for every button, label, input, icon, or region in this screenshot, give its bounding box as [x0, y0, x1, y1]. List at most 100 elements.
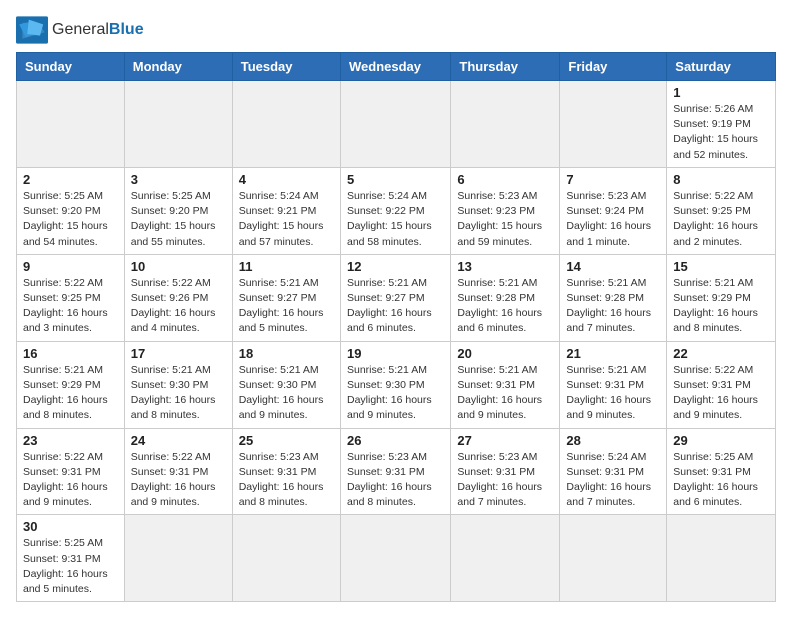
- calendar-day-cell: 21 Sunrise: 5:21 AM Sunset: 9:31 PM Dayli…: [560, 341, 667, 428]
- calendar-week-row: 30 Sunrise: 5:25 AM Sunset: 9:31 PM Dayli…: [17, 515, 776, 602]
- day-number: 12: [347, 259, 444, 274]
- calendar-week-row: 2 Sunrise: 5:25 AM Sunset: 9:20 PM Daylig…: [17, 167, 776, 254]
- day-info: Sunrise: 5:25 AM Sunset: 9:20 PM Dayligh…: [131, 189, 226, 250]
- day-number: 6: [457, 172, 553, 187]
- calendar-day-cell: [451, 81, 560, 168]
- day-info: Sunrise: 5:22 AM Sunset: 9:25 PM Dayligh…: [673, 189, 769, 250]
- day-number: 26: [347, 433, 444, 448]
- calendar-day-cell: 3 Sunrise: 5:25 AM Sunset: 9:20 PM Daylig…: [124, 167, 232, 254]
- calendar-day-cell: [124, 81, 232, 168]
- day-info: Sunrise: 5:21 AM Sunset: 9:30 PM Dayligh…: [347, 363, 444, 424]
- calendar-day-cell: 28 Sunrise: 5:24 AM Sunset: 9:31 PM Dayli…: [560, 428, 667, 515]
- day-info: Sunrise: 5:23 AM Sunset: 9:31 PM Dayligh…: [239, 450, 334, 511]
- day-number: 7: [566, 172, 660, 187]
- calendar-day-cell: 4 Sunrise: 5:24 AM Sunset: 9:21 PM Daylig…: [232, 167, 340, 254]
- calendar-day-cell: 17Sunrise: 5:21 AM Sunset: 9:30 PM Dayli…: [124, 341, 232, 428]
- day-number: 16: [23, 346, 118, 361]
- calendar-day-cell: 9Sunrise: 5:22 AM Sunset: 9:25 PM Daylig…: [17, 254, 125, 341]
- day-number: 4: [239, 172, 334, 187]
- day-number: 25: [239, 433, 334, 448]
- day-info: Sunrise: 5:23 AM Sunset: 9:31 PM Dayligh…: [347, 450, 444, 511]
- day-info: Sunrise: 5:24 AM Sunset: 9:21 PM Dayligh…: [239, 189, 334, 250]
- day-info: Sunrise: 5:25 AM Sunset: 9:20 PM Dayligh…: [23, 189, 118, 250]
- calendar-day-cell: 7Sunrise: 5:23 AM Sunset: 9:24 PM Daylig…: [560, 167, 667, 254]
- day-info: Sunrise: 5:22 AM Sunset: 9:31 PM Dayligh…: [23, 450, 118, 511]
- day-info: Sunrise: 5:21 AM Sunset: 9:30 PM Dayligh…: [239, 363, 334, 424]
- day-number: 21: [566, 346, 660, 361]
- generalblue-logo-icon: [16, 16, 48, 44]
- calendar-day-cell: [232, 81, 340, 168]
- calendar-day-cell: 20 Sunrise: 5:21 AM Sunset: 9:31 PM Dayli…: [451, 341, 560, 428]
- day-info: Sunrise: 5:25 AM Sunset: 9:31 PM Dayligh…: [673, 450, 769, 511]
- calendar-day-cell: [340, 515, 450, 602]
- day-number: 30: [23, 519, 118, 534]
- calendar-day-cell: 22 Sunrise: 5:22 AM Sunset: 9:31 PM Dayli…: [667, 341, 776, 428]
- calendar-day-cell: 29 Sunrise: 5:25 AM Sunset: 9:31 PM Dayli…: [667, 428, 776, 515]
- calendar-day-cell: 19Sunrise: 5:21 AM Sunset: 9:30 PM Dayli…: [340, 341, 450, 428]
- day-number: 22: [673, 346, 769, 361]
- day-number: 14: [566, 259, 660, 274]
- day-number: 11: [239, 259, 334, 274]
- calendar-day-cell: [667, 515, 776, 602]
- calendar-day-cell: 18Sunrise: 5:21 AM Sunset: 9:30 PM Dayli…: [232, 341, 340, 428]
- day-info: Sunrise: 5:21 AM Sunset: 9:31 PM Dayligh…: [457, 363, 553, 424]
- day-info: Sunrise: 5:21 AM Sunset: 9:28 PM Dayligh…: [457, 276, 553, 337]
- logo: GeneralBlue: [16, 16, 144, 44]
- day-info: Sunrise: 5:22 AM Sunset: 9:25 PM Dayligh…: [23, 276, 118, 337]
- calendar-day-cell: 25 Sunrise: 5:23 AM Sunset: 9:31 PM Dayli…: [232, 428, 340, 515]
- calendar-day-cell: 23 Sunrise: 5:22 AM Sunset: 9:31 PM Dayli…: [17, 428, 125, 515]
- day-number: 29: [673, 433, 769, 448]
- day-info: Sunrise: 5:24 AM Sunset: 9:31 PM Dayligh…: [566, 450, 660, 511]
- calendar-day-cell: 12Sunrise: 5:21 AM Sunset: 9:27 PM Dayli…: [340, 254, 450, 341]
- calendar-day-cell: [560, 515, 667, 602]
- day-number: 20: [457, 346, 553, 361]
- calendar-week-row: 23 Sunrise: 5:22 AM Sunset: 9:31 PM Dayli…: [17, 428, 776, 515]
- calendar-day-cell: [17, 81, 125, 168]
- calendar-day-cell: 14 Sunrise: 5:21 AM Sunset: 9:28 PM Dayli…: [560, 254, 667, 341]
- calendar-day-cell: [124, 515, 232, 602]
- calendar-day-cell: 30 Sunrise: 5:25 AM Sunset: 9:31 PM Dayli…: [17, 515, 125, 602]
- calendar: SundayMondayTuesdayWednesdayThursdayFrid…: [16, 52, 776, 602]
- day-info: Sunrise: 5:22 AM Sunset: 9:31 PM Dayligh…: [673, 363, 769, 424]
- day-number: 28: [566, 433, 660, 448]
- weekday-header-row: SundayMondayTuesdayWednesdayThursdayFrid…: [17, 53, 776, 81]
- calendar-day-cell: 13 Sunrise: 5:21 AM Sunset: 9:28 PM Dayli…: [451, 254, 560, 341]
- weekday-header-thursday: Thursday: [451, 53, 560, 81]
- calendar-week-row: 16 Sunrise: 5:21 AM Sunset: 9:29 PM Dayli…: [17, 341, 776, 428]
- day-number: 3: [131, 172, 226, 187]
- day-info: Sunrise: 5:25 AM Sunset: 9:31 PM Dayligh…: [23, 536, 118, 597]
- calendar-day-cell: [232, 515, 340, 602]
- day-number: 8: [673, 172, 769, 187]
- day-number: 1: [673, 85, 769, 100]
- weekday-header-friday: Friday: [560, 53, 667, 81]
- day-info: Sunrise: 5:22 AM Sunset: 9:26 PM Dayligh…: [131, 276, 226, 337]
- day-info: Sunrise: 5:24 AM Sunset: 9:22 PM Dayligh…: [347, 189, 444, 250]
- day-info: Sunrise: 5:22 AM Sunset: 9:31 PM Dayligh…: [131, 450, 226, 511]
- calendar-day-cell: [340, 81, 450, 168]
- calendar-day-cell: 8 Sunrise: 5:22 AM Sunset: 9:25 PM Daylig…: [667, 167, 776, 254]
- day-info: Sunrise: 5:23 AM Sunset: 9:23 PM Dayligh…: [457, 189, 553, 250]
- calendar-day-cell: 26 Sunrise: 5:23 AM Sunset: 9:31 PM Dayli…: [340, 428, 450, 515]
- day-info: Sunrise: 5:21 AM Sunset: 9:28 PM Dayligh…: [566, 276, 660, 337]
- day-number: 13: [457, 259, 553, 274]
- weekday-header-wednesday: Wednesday: [340, 53, 450, 81]
- day-info: Sunrise: 5:21 AM Sunset: 9:27 PM Dayligh…: [239, 276, 334, 337]
- calendar-day-cell: 2 Sunrise: 5:25 AM Sunset: 9:20 PM Daylig…: [17, 167, 125, 254]
- calendar-day-cell: 27Sunrise: 5:23 AM Sunset: 9:31 PM Dayli…: [451, 428, 560, 515]
- weekday-header-saturday: Saturday: [667, 53, 776, 81]
- calendar-day-cell: 24Sunrise: 5:22 AM Sunset: 9:31 PM Dayli…: [124, 428, 232, 515]
- day-info: Sunrise: 5:21 AM Sunset: 9:31 PM Dayligh…: [566, 363, 660, 424]
- day-number: 23: [23, 433, 118, 448]
- calendar-day-cell: 5 Sunrise: 5:24 AM Sunset: 9:22 PM Daylig…: [340, 167, 450, 254]
- day-number: 5: [347, 172, 444, 187]
- calendar-day-cell: [560, 81, 667, 168]
- day-number: 2: [23, 172, 118, 187]
- day-info: Sunrise: 5:21 AM Sunset: 9:29 PM Dayligh…: [23, 363, 118, 424]
- day-info: Sunrise: 5:23 AM Sunset: 9:31 PM Dayligh…: [457, 450, 553, 511]
- day-info: Sunrise: 5:26 AM Sunset: 9:19 PM Dayligh…: [673, 102, 769, 163]
- calendar-day-cell: 16 Sunrise: 5:21 AM Sunset: 9:29 PM Dayli…: [17, 341, 125, 428]
- day-number: 10: [131, 259, 226, 274]
- calendar-day-cell: 10 Sunrise: 5:22 AM Sunset: 9:26 PM Dayli…: [124, 254, 232, 341]
- calendar-week-row: 9Sunrise: 5:22 AM Sunset: 9:25 PM Daylig…: [17, 254, 776, 341]
- day-info: Sunrise: 5:21 AM Sunset: 9:30 PM Dayligh…: [131, 363, 226, 424]
